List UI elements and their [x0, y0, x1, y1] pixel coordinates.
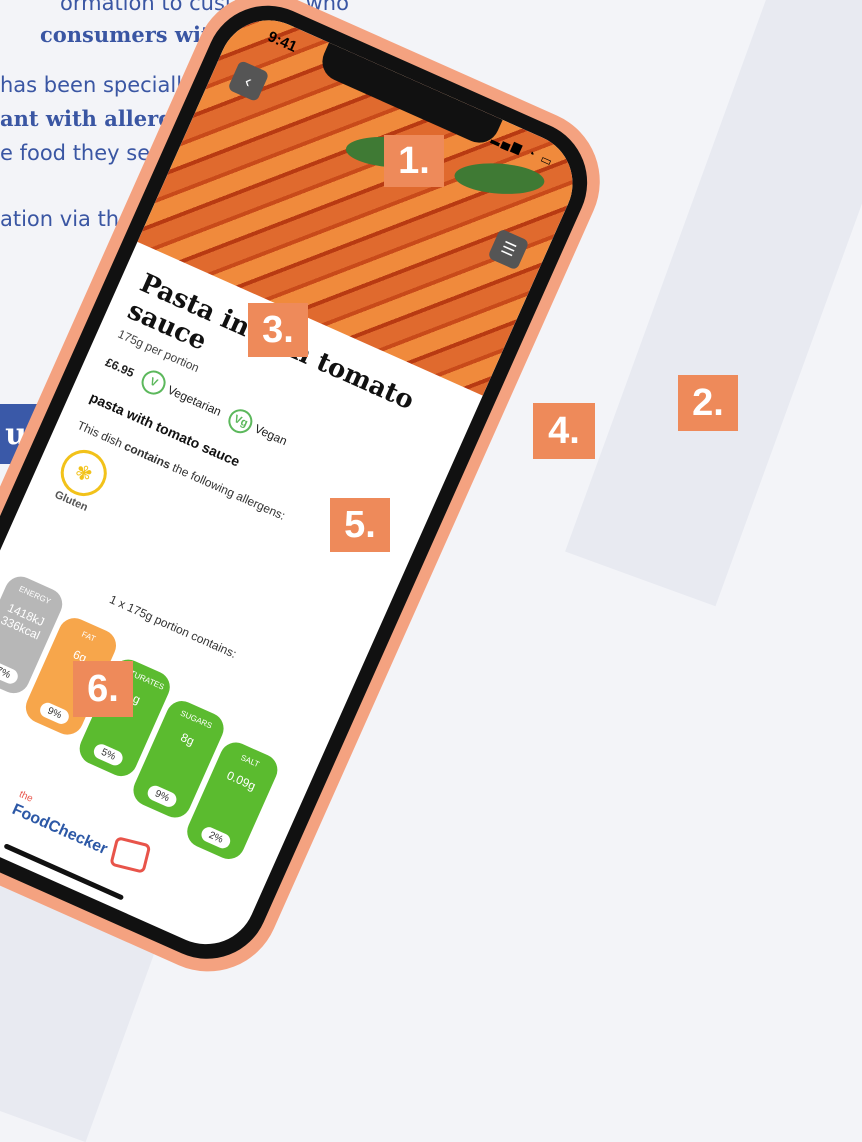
vegan-label: Vegan — [252, 421, 290, 449]
nutrition-percent: 17% — [0, 657, 21, 687]
nutrition-name: SALT — [239, 752, 261, 770]
nutrition-value: 8g — [178, 730, 197, 749]
dish-price: £6.95 — [103, 355, 137, 381]
vegetarian-icon: V — [137, 366, 170, 399]
nutrition-name: ENERGY — [17, 584, 53, 607]
allergen-gluten[interactable]: ✾ Gluten — [46, 442, 116, 517]
marker-2: 2. — [678, 375, 738, 431]
marker-6: 6. — [73, 661, 133, 717]
allergen-intro-strong: contains — [122, 438, 173, 472]
nutrition-percent: 9% — [37, 700, 72, 727]
intro-line-3: has been specially — [0, 73, 195, 97]
dish-details: Pasta in rich tomato sauce 175g per port… — [0, 268, 456, 870]
marker-4: 4. — [533, 403, 595, 459]
marker-1: 1. — [384, 135, 444, 187]
logo-check-icon — [109, 836, 152, 874]
basil-leaf — [453, 160, 546, 197]
nutrition-percent: 2% — [198, 824, 233, 851]
marker-3: 3. — [248, 303, 308, 357]
vegan-icon: Vg — [224, 405, 257, 438]
logo-food: Food — [9, 800, 53, 833]
nutrition-name: FAT — [80, 629, 97, 644]
logo-checker: Checker — [45, 816, 110, 859]
background-stripe — [565, 0, 862, 607]
nutrition-percent: 5% — [91, 741, 126, 768]
vegetarian-label: Vegetarian — [165, 382, 224, 419]
hamburger-menu-icon: ☰ — [498, 239, 519, 261]
back-chevron-icon: ‹ — [241, 70, 256, 91]
nutrition-name: SUGARS — [178, 708, 214, 731]
nutrition-percent: 9% — [145, 783, 179, 810]
nutrition-value: 0.09g — [224, 768, 258, 794]
marker-5: 5. — [330, 498, 390, 552]
